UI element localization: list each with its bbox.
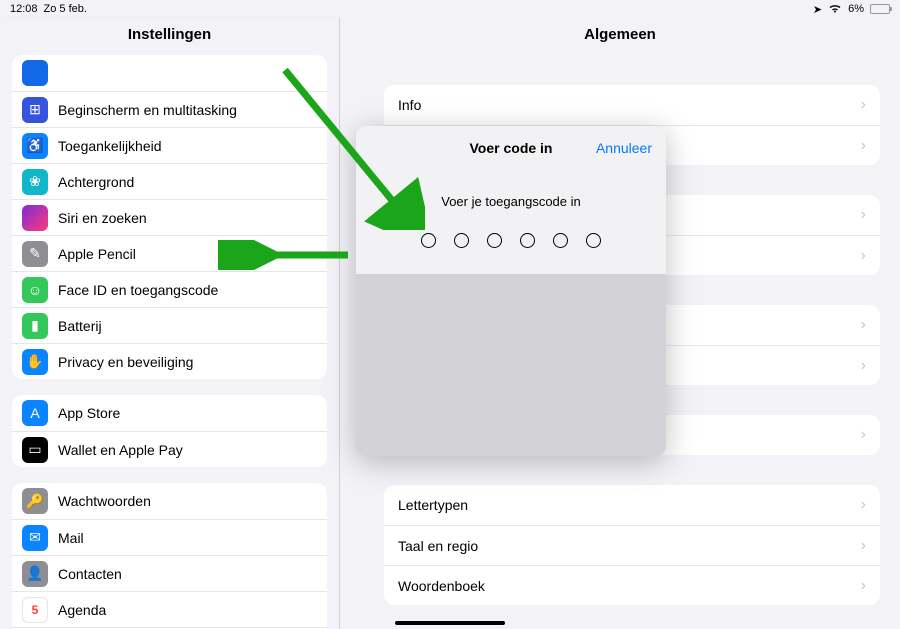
sidebar-item-label: Beginscherm en multitasking xyxy=(58,102,317,118)
sidebar-item-label: Achtergrond xyxy=(58,174,317,190)
status-date: Zo 5 feb. xyxy=(44,3,87,15)
sidebar-item[interactable]: ▭ Wallet en Apple Pay xyxy=(12,431,327,467)
sidebar-item[interactable]: A App Store xyxy=(12,395,327,431)
chevron-right-icon: › xyxy=(861,577,866,595)
sidebar-item[interactable]: Siri en zoeken xyxy=(12,199,327,235)
sidebar-item-label: Contacten xyxy=(58,566,317,582)
sidebar-icon: 👤 xyxy=(22,561,48,587)
sidebar-item-label: Apple Pencil xyxy=(58,246,317,262)
sidebar-item[interactable]: 🔑 Wachtwoorden xyxy=(12,483,327,519)
battery-icon xyxy=(870,4,890,14)
chevron-right-icon: › xyxy=(861,537,866,555)
detail-row[interactable]: Info› xyxy=(384,85,880,125)
sidebar-item-label: App Store xyxy=(58,405,317,421)
sidebar-icon: ▭ xyxy=(22,437,48,463)
home-indicator xyxy=(395,621,505,625)
passcode-dot xyxy=(586,233,601,248)
chevron-right-icon: › xyxy=(861,316,866,334)
sidebar-icon: 🔑 xyxy=(22,488,48,514)
sidebar-item-label: Wachtwoorden xyxy=(58,493,317,509)
sidebar-item-label: Agenda xyxy=(58,602,317,618)
sidebar-icon: ✉ xyxy=(22,525,48,551)
sidebar-icon: ☺ xyxy=(22,277,48,303)
detail-row[interactable]: Woordenboek› xyxy=(384,565,880,605)
sidebar-icon: A xyxy=(22,400,48,426)
sidebar-title: Instellingen xyxy=(0,18,339,55)
sidebar-group: 🔑Wachtwoorden✉Mail👤Contacten5Agenda📝Noti… xyxy=(12,483,327,629)
sidebar-icon: ⊞ xyxy=(22,97,48,123)
chevron-right-icon: › xyxy=(861,96,866,114)
passcode-dot xyxy=(520,233,535,248)
sidebar-icon: 5 xyxy=(22,597,48,623)
modal-message: Voer je toegangscode in xyxy=(356,194,666,209)
detail-row-label: Woordenboek xyxy=(398,578,861,594)
sidebar-item-label: Toegankelijkheid xyxy=(58,138,317,154)
passcode-dot xyxy=(553,233,568,248)
sidebar-icon xyxy=(22,205,48,231)
sidebar-item[interactable]: ❀ Achtergrond xyxy=(12,163,327,199)
sidebar-item[interactable]: ▮ Batterij xyxy=(12,307,327,343)
sidebar-item[interactable] xyxy=(12,55,327,91)
sidebar-icon: ✋ xyxy=(22,349,48,375)
passcode-dot xyxy=(454,233,469,248)
status-bar: 12:08 Zo 5 feb. ➤ 6% xyxy=(0,0,900,18)
sidebar-group: ⊞ Beginscherm en multitasking ♿ Toegankelij… xyxy=(12,55,327,379)
sidebar-icon: ▮ xyxy=(22,313,48,339)
sidebar-icon xyxy=(22,60,48,86)
sidebar-item-label: Siri en zoeken xyxy=(58,210,317,226)
sidebar-item-label: Wallet en Apple Pay xyxy=(58,442,317,458)
sidebar-item-label: Mail xyxy=(58,530,317,546)
chevron-right-icon: › xyxy=(861,206,866,224)
detail-title: Algemeen xyxy=(340,18,900,55)
modal-title: Voer code in xyxy=(470,140,553,156)
chevron-right-icon: › xyxy=(861,357,866,375)
detail-row[interactable]: Taal en regio› xyxy=(384,525,880,565)
sidebar-icon: ❀ xyxy=(22,169,48,195)
sidebar-icon: ♿ xyxy=(22,133,48,159)
sidebar-scroll[interactable]: ⊞ Beginscherm en multitasking ♿ Toegankelij… xyxy=(0,55,339,629)
sidebar-item[interactable]: ⊞ Beginscherm en multitasking xyxy=(12,91,327,127)
sidebar-item[interactable]: ✉ Mail xyxy=(12,519,327,555)
passcode-dots[interactable] xyxy=(356,233,666,248)
sidebar-item[interactable]: ♿ Toegankelijkheid xyxy=(12,127,327,163)
passcode-dot xyxy=(421,233,436,248)
detail-row[interactable]: Lettertypen› xyxy=(384,485,880,525)
sidebar-item-label: Face ID en toegangscode xyxy=(58,282,317,298)
passcode-dot xyxy=(487,233,502,248)
settings-sidebar: Instellingen ⊞ Beginscherm en multitaskin… xyxy=(0,18,340,629)
battery-percent: 6% xyxy=(848,3,864,15)
cancel-button[interactable]: Annuleer xyxy=(596,126,652,170)
sidebar-item-label: Batterij xyxy=(58,318,317,334)
passcode-modal: Voer code in Annuleer Voer je toegangsco… xyxy=(356,126,666,456)
sidebar-item[interactable]: ☺ Face ID en toegangscode xyxy=(12,271,327,307)
sidebar-group: A App Store ▭ Wallet en Apple Pay xyxy=(12,395,327,467)
sidebar-item[interactable]: ✋ Privacy en beveiliging xyxy=(12,343,327,379)
detail-row-label: Taal en regio xyxy=(398,538,861,554)
detail-group: Lettertypen›Taal en regio›Woordenboek› xyxy=(384,485,880,605)
chevron-right-icon: › xyxy=(861,426,866,444)
sidebar-icon: ✎ xyxy=(22,241,48,267)
chevron-right-icon: › xyxy=(861,137,866,155)
chevron-right-icon: › xyxy=(861,247,866,265)
sidebar-item[interactable]: 👤 Contacten xyxy=(12,555,327,591)
detail-row-label: Lettertypen xyxy=(398,497,861,513)
status-time: 12:08 xyxy=(10,3,38,15)
chevron-right-icon: › xyxy=(861,496,866,514)
wifi-icon xyxy=(828,3,842,16)
sidebar-item-label: Privacy en beveiliging xyxy=(58,354,317,370)
location-icon: ➤ xyxy=(813,3,822,16)
detail-row-label: Info xyxy=(398,97,861,113)
sidebar-item[interactable]: 5 Agenda xyxy=(12,591,327,627)
sidebar-item[interactable]: ✎ Apple Pencil xyxy=(12,235,327,271)
